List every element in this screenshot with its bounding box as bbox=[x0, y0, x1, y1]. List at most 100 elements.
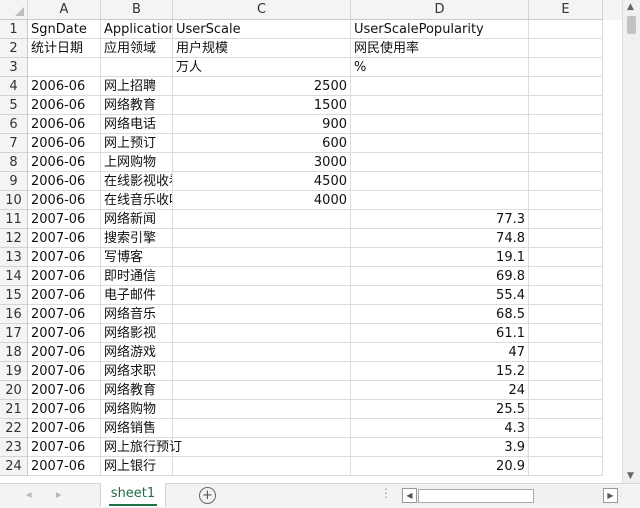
cell-a21[interactable]: 2007-06 bbox=[28, 400, 101, 419]
cell-a17[interactable]: 2007-06 bbox=[28, 324, 101, 343]
cell-c7[interactable]: 600 bbox=[173, 134, 351, 153]
cell-d8[interactable] bbox=[351, 153, 529, 172]
cell-b5[interactable]: 网络教育 bbox=[101, 96, 173, 115]
row-header[interactable]: 24 bbox=[0, 457, 28, 476]
cell-d17[interactable]: 61.1 bbox=[351, 324, 529, 343]
triangle-right-icon[interactable]: ▸ bbox=[56, 488, 62, 501]
cell-b15[interactable]: 电子邮件 bbox=[101, 286, 173, 305]
cell-c20[interactable] bbox=[173, 381, 351, 400]
cell-d21[interactable]: 25.5 bbox=[351, 400, 529, 419]
column-header-e[interactable]: E bbox=[529, 0, 603, 20]
cell-e8[interactable] bbox=[529, 153, 603, 172]
drag-handle-icon[interactable]: ⋮ bbox=[380, 486, 392, 500]
cell-e20[interactable] bbox=[529, 381, 603, 400]
row-header[interactable]: 8 bbox=[0, 153, 28, 172]
row-header[interactable]: 10 bbox=[0, 191, 28, 210]
cell-e18[interactable] bbox=[529, 343, 603, 362]
cell-a3[interactable] bbox=[28, 58, 101, 77]
triangle-left-icon[interactable]: ◂ bbox=[26, 488, 32, 501]
row-header[interactable]: 6 bbox=[0, 115, 28, 134]
cell-e6[interactable] bbox=[529, 115, 603, 134]
cell-d22[interactable]: 4.3 bbox=[351, 419, 529, 438]
cell-a8[interactable]: 2006-06 bbox=[28, 153, 101, 172]
cell-c4[interactable]: 2500 bbox=[173, 77, 351, 96]
cell-a9[interactable]: 2006-06 bbox=[28, 172, 101, 191]
cell-e17[interactable] bbox=[529, 324, 603, 343]
cell-a7[interactable]: 2006-06 bbox=[28, 134, 101, 153]
cell-c16[interactable] bbox=[173, 305, 351, 324]
cell-e13[interactable] bbox=[529, 248, 603, 267]
cell-a15[interactable]: 2007-06 bbox=[28, 286, 101, 305]
scroll-right-arrow-icon[interactable]: ▶ bbox=[603, 488, 618, 503]
cell-c13[interactable] bbox=[173, 248, 351, 267]
cell-b24[interactable]: 网上银行 bbox=[101, 457, 173, 476]
cell-c3[interactable]: 万人 bbox=[173, 58, 351, 77]
cell-d15[interactable]: 55.4 bbox=[351, 286, 529, 305]
cell-d6[interactable] bbox=[351, 115, 529, 134]
cell-b11[interactable]: 网络新闻 bbox=[101, 210, 173, 229]
cell-e21[interactable] bbox=[529, 400, 603, 419]
cell-b8[interactable]: 上网购物 bbox=[101, 153, 173, 172]
cell-a20[interactable]: 2007-06 bbox=[28, 381, 101, 400]
row-header[interactable]: 21 bbox=[0, 400, 28, 419]
cell-b18[interactable]: 网络游戏 bbox=[101, 343, 173, 362]
column-header-a[interactable]: A bbox=[28, 0, 101, 20]
cell-c14[interactable] bbox=[173, 267, 351, 286]
cell-e22[interactable] bbox=[529, 419, 603, 438]
cell-c23[interactable] bbox=[173, 438, 351, 457]
column-header-d[interactable]: D bbox=[351, 0, 529, 20]
row-header[interactable]: 23 bbox=[0, 438, 28, 457]
cell-c2[interactable]: 用户规模 bbox=[173, 39, 351, 58]
vertical-scroll-thumb[interactable] bbox=[627, 16, 636, 34]
row-header[interactable]: 17 bbox=[0, 324, 28, 343]
cell-d4[interactable] bbox=[351, 77, 529, 96]
cell-e7[interactable] bbox=[529, 134, 603, 153]
cell-c10[interactable]: 4000 bbox=[173, 191, 351, 210]
scroll-down-arrow-icon[interactable]: ▼ bbox=[627, 471, 634, 481]
cell-a2[interactable]: 统计日期 bbox=[28, 39, 101, 58]
cell-b2[interactable]: 应用领域 bbox=[101, 39, 173, 58]
cell-a5[interactable]: 2006-06 bbox=[28, 96, 101, 115]
cell-b3[interactable] bbox=[101, 58, 173, 77]
row-header[interactable]: 19 bbox=[0, 362, 28, 381]
cell-d9[interactable] bbox=[351, 172, 529, 191]
row-header[interactable]: 13 bbox=[0, 248, 28, 267]
cell-a6[interactable]: 2006-06 bbox=[28, 115, 101, 134]
spreadsheet-grid[interactable]: ABCDE 1SgnDateApplicationAreaUserScaleUs… bbox=[0, 0, 622, 483]
cell-a11[interactable]: 2007-06 bbox=[28, 210, 101, 229]
cell-a19[interactable]: 2007-06 bbox=[28, 362, 101, 381]
cell-c15[interactable] bbox=[173, 286, 351, 305]
cell-b22[interactable]: 网络销售 bbox=[101, 419, 173, 438]
cell-d5[interactable] bbox=[351, 96, 529, 115]
column-header-b[interactable]: B bbox=[101, 0, 173, 20]
row-header[interactable]: 9 bbox=[0, 172, 28, 191]
cell-d3[interactable]: % bbox=[351, 58, 529, 77]
cell-a12[interactable]: 2007-06 bbox=[28, 229, 101, 248]
cell-c5[interactable]: 1500 bbox=[173, 96, 351, 115]
row-header[interactable]: 14 bbox=[0, 267, 28, 286]
row-header[interactable]: 11 bbox=[0, 210, 28, 229]
cell-c24[interactable] bbox=[173, 457, 351, 476]
cell-d10[interactable] bbox=[351, 191, 529, 210]
cell-e24[interactable] bbox=[529, 457, 603, 476]
row-header[interactable]: 4 bbox=[0, 77, 28, 96]
cell-e23[interactable] bbox=[529, 438, 603, 457]
cell-d18[interactable]: 47 bbox=[351, 343, 529, 362]
cell-b4[interactable]: 网上招聘 bbox=[101, 77, 173, 96]
row-header[interactable]: 16 bbox=[0, 305, 28, 324]
cell-a24[interactable]: 2007-06 bbox=[28, 457, 101, 476]
cell-b6[interactable]: 网络电话 bbox=[101, 115, 173, 134]
horizontal-scrollbar[interactable]: ◀ ▶ bbox=[400, 487, 622, 504]
cell-c17[interactable] bbox=[173, 324, 351, 343]
cell-b23[interactable]: 网上旅行预订 bbox=[101, 438, 182, 457]
cell-a13[interactable]: 2007-06 bbox=[28, 248, 101, 267]
cell-a14[interactable]: 2007-06 bbox=[28, 267, 101, 286]
row-header[interactable]: 22 bbox=[0, 419, 28, 438]
cell-a1[interactable]: SgnDate bbox=[28, 20, 101, 39]
cell-b21[interactable]: 网络购物 bbox=[101, 400, 173, 419]
cell-b7[interactable]: 网上预订 bbox=[101, 134, 173, 153]
cell-c22[interactable] bbox=[173, 419, 351, 438]
cell-e9[interactable] bbox=[529, 172, 603, 191]
cell-d16[interactable]: 68.5 bbox=[351, 305, 529, 324]
cell-c9[interactable]: 4500 bbox=[173, 172, 351, 191]
